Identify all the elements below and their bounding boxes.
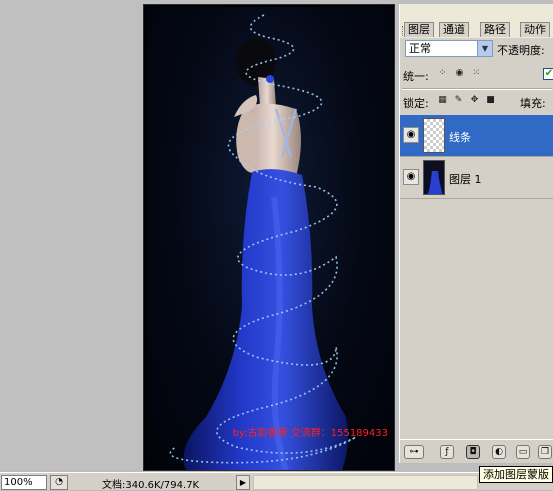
lock-position-icon[interactable]: ✥ (468, 94, 481, 107)
lock-label: 锁定: (403, 97, 429, 110)
layers-panel-footer: ⊶ ƒ ◘ ◐ ▭ ❐ (400, 439, 553, 463)
figure-arm (236, 107, 258, 173)
unify-visibility-icon[interactable]: ◉ (453, 67, 466, 80)
layer-style-icon[interactable]: ƒ (440, 445, 454, 459)
layer-name[interactable]: 图层 1 (449, 171, 482, 187)
document-canvas-frame: by:古韵香萧 交流群：155189433 (143, 4, 395, 471)
tab-actions[interactable]: 动作 (520, 22, 550, 37)
lock-image-icon[interactable]: ✎ (452, 94, 465, 107)
eye-icon[interactable]: ◉ (403, 127, 419, 143)
status-bar: 100% ◔ 文档:340.6K/794.7K ▶ (0, 472, 553, 491)
canvas-artwork (169, 14, 357, 470)
layer-row-lines[interactable]: ◉ 线条 (400, 115, 553, 157)
new-layer-icon[interactable]: ❐ (538, 445, 552, 459)
blend-mode-select[interactable]: 正常 ▼ (405, 40, 493, 57)
layer-thumbnail (423, 160, 445, 195)
layer-thumbnail (423, 118, 445, 153)
new-adjustment-layer-icon[interactable]: ◐ (492, 445, 506, 459)
tab-layers[interactable]: 图层 (404, 22, 434, 37)
blend-mode-value: 正常 (409, 42, 431, 55)
new-group-icon[interactable]: ▭ (516, 445, 530, 459)
tab-channels[interactable]: 通道 (439, 22, 469, 37)
watermark-text: by:古韵香萧 交流群：155189433 (232, 428, 388, 439)
lock-row: 锁定: ▦ ✎ ✥ ■ 填充: (403, 94, 553, 110)
eye-icon[interactable]: ◉ (403, 169, 419, 185)
opacity-label: 不透明度: (497, 44, 545, 57)
unify-position-icon[interactable]: ⁘ (436, 67, 449, 80)
panel-divider (402, 88, 552, 90)
unify-row: 统一: ⁘ ◉ ⁙ ✔ (403, 67, 553, 83)
unify-label: 统一: (403, 70, 429, 83)
navigator-icon[interactable]: ◔ (50, 475, 68, 490)
layers-list: ◉ 线条 ◉ 图层 1 (400, 115, 553, 435)
tooltip: 添加图层蒙版 (479, 466, 553, 483)
layer-name[interactable]: 线条 (449, 129, 471, 145)
lock-all-icon[interactable]: ■ (484, 94, 497, 107)
propagate-frame-checkbox[interactable]: ✔ (543, 68, 553, 80)
document-size: 文档:340.6K/794.7K (102, 480, 200, 491)
chevron-down-icon[interactable]: ▼ (477, 41, 492, 56)
unify-style-icon[interactable]: ⁙ (470, 67, 483, 80)
lock-transparent-icon[interactable]: ▦ (436, 94, 449, 107)
workspace: by:古韵香萧 交流群：155189433 (0, 0, 399, 471)
tab-paths[interactable]: 路径 (480, 22, 510, 37)
photo-thumbnail-art (427, 163, 443, 194)
fill-label: 填充: (520, 97, 546, 110)
layer-row-layer1[interactable]: ◉ 图层 1 (400, 157, 553, 199)
panel-tab-bar: 图层 通道 路径 动作 (400, 4, 553, 38)
link-layers-icon[interactable]: ⊶ (404, 445, 424, 459)
figure-earring (266, 75, 274, 83)
horizontal-scrollbar[interactable] (253, 475, 478, 490)
document-canvas[interactable]: by:古韵香萧 交流群：155189433 (146, 7, 394, 470)
add-layer-mask-button[interactable]: ◘ (466, 445, 480, 459)
layers-panel: 图层 通道 路径 动作 正常 ▼ 不透明度: 统一: ⁘ ◉ ⁙ ✔ 锁定: ▦… (399, 4, 553, 463)
zoom-level-field[interactable]: 100% (1, 475, 47, 490)
status-menu-arrow-icon[interactable]: ▶ (236, 475, 250, 490)
